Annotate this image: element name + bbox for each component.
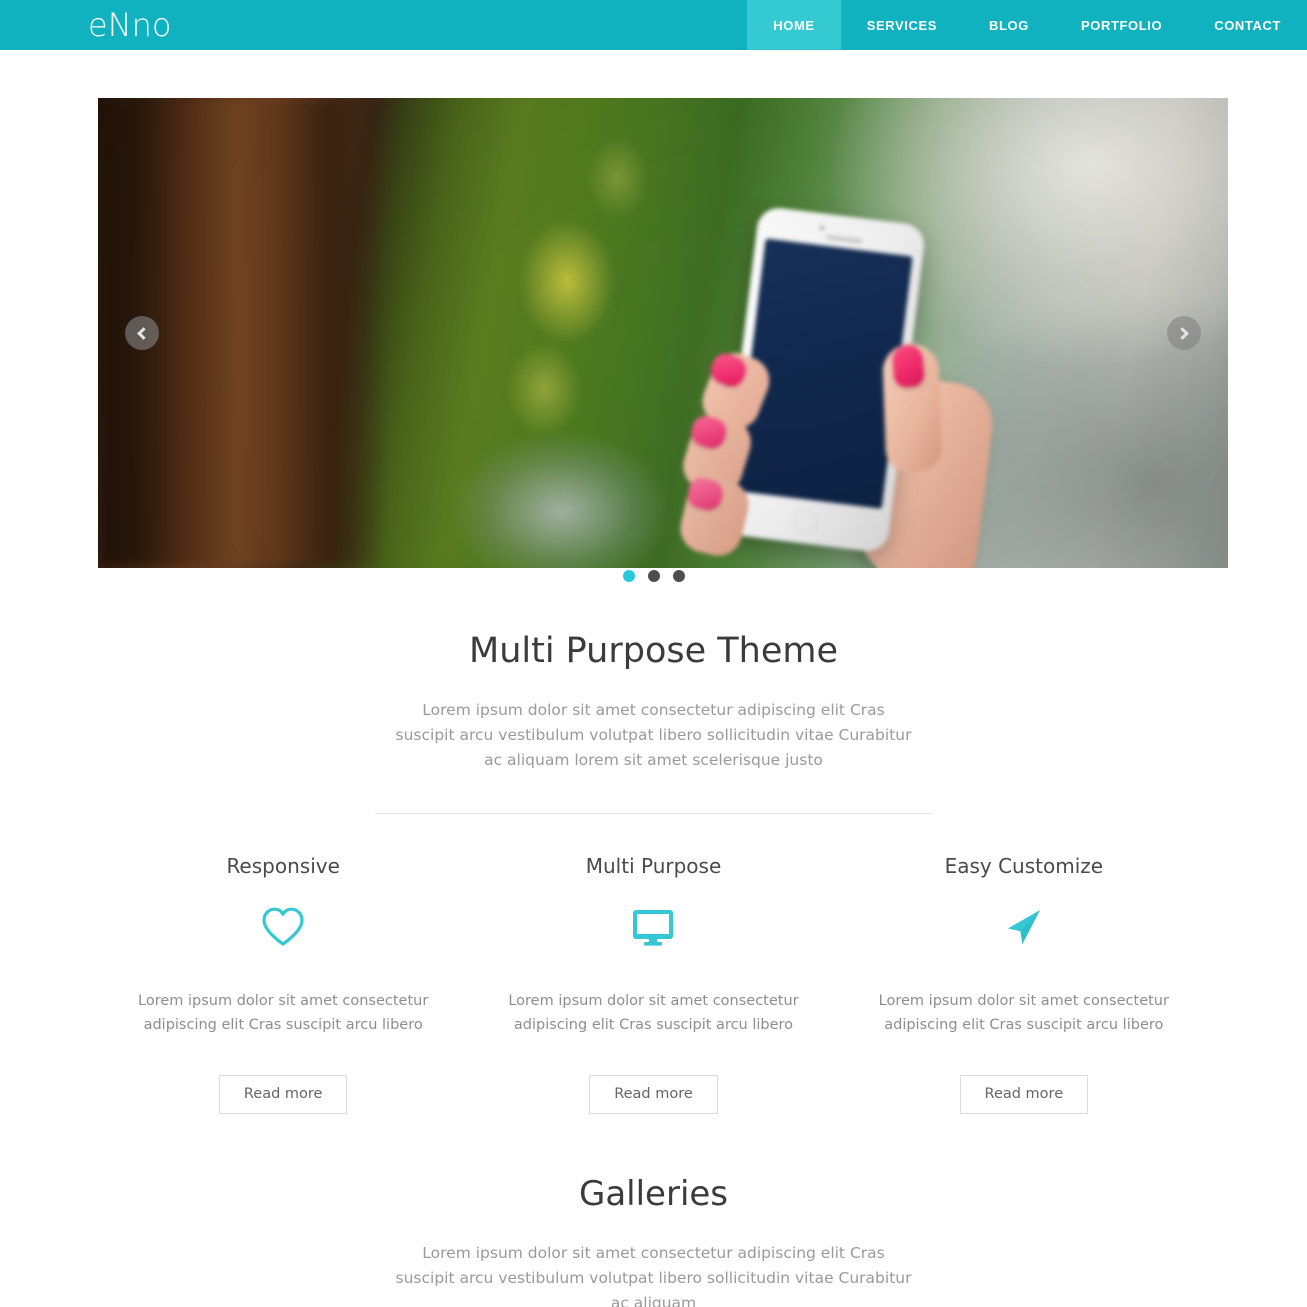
fingernail-3 [685,475,726,513]
carousel-dot-2[interactable] [647,570,660,582]
carousel-dot-3[interactable] [672,570,685,582]
carousel-dot-1[interactable] [622,570,635,582]
feature-card-responsive: Responsive Lorem ipsum dolor sit amet co… [98,854,468,1114]
section-divider [375,813,932,815]
nav-item-services[interactable]: SERVICES [841,0,963,50]
read-more-button-multi-purpose[interactable]: Read more [589,1075,718,1114]
finger-middle [677,409,757,500]
paper-plane-icon [839,904,1209,950]
feature-text: Lorem ipsum dolor sit amet consectetur a… [508,993,799,1033]
chevron-left-icon [137,326,150,340]
nav-item-portfolio[interactable]: PORTFOLIO [1055,0,1188,50]
read-more-button-responsive[interactable]: Read more [218,1075,348,1114]
fingernail-1 [706,349,750,391]
main-navigation: HOME SERVICES BLOG PORTFOLIO CONTACT [747,0,1307,50]
finger-index [695,346,777,437]
smartphone-body [719,205,927,554]
feature-text: Lorem ipsum dolor sit amet consectetur a… [878,993,1169,1033]
phone-speaker-icon [826,234,863,244]
chevron-right-icon [1176,326,1189,340]
feature-text: Lorem ipsum dolor sit amet consectetur a… [138,993,429,1033]
feature-title: Responsive [226,854,340,879]
phone-camera-icon [819,225,825,231]
hand-palm [853,373,998,568]
features-section: Responsive Lorem ipsum dolor sit amet co… [0,854,1307,1114]
nav-item-home[interactable]: HOME [747,0,841,50]
intro-section: Multi Purpose Theme Lorem ipsum dolor si… [0,630,1307,815]
fingernail-thumb [891,343,926,389]
galleries-section: Galleries Lorem ipsum dolor sit amet con… [0,1174,1307,1307]
feature-title: Multi Purpose [585,854,722,879]
feature-card-multi-purpose: Multi Purpose Lorem ipsum dolor sit amet… [468,854,838,1114]
thumb [881,342,943,473]
site-logo[interactable]: eNno [88,0,171,50]
desktop-monitor-icon [468,904,838,950]
nav-item-blog[interactable]: BLOG [963,0,1055,50]
heart-outline-icon [98,904,468,950]
site-header: eNno HOME SERVICES BLOG PORTFOLIO CONTAC… [0,0,1307,50]
intro-title: Multi Purpose Theme [469,631,838,671]
finger-ring [675,472,754,561]
nav-item-contact[interactable]: CONTACT [1188,0,1307,50]
read-more-button-easy-customize[interactable]: Read more [959,1075,1089,1114]
galleries-title: Galleries [578,1173,729,1214]
hero-carousel[interactable] [98,98,1228,568]
hero-carousel-section [0,98,1307,582]
fingernail-2 [688,412,730,452]
feature-title: Easy Customize [944,854,1104,879]
feature-card-easy-customize: Easy Customize Lorem ipsum dolor sit ame… [839,854,1209,1114]
phone-home-button [792,507,820,534]
hero-slide-image [98,98,1228,568]
intro-paragraph: Lorem ipsum dolor sit amet consectetur a… [395,701,912,770]
carousel-next-button[interactable] [1167,316,1201,350]
phone-screen [734,238,913,509]
phone-in-hand-illustration [659,199,1029,568]
carousel-indicators [0,570,1307,582]
carousel-prev-button[interactable] [125,316,159,350]
galleries-paragraph: Lorem ipsum dolor sit amet consectetur a… [395,1243,912,1307]
